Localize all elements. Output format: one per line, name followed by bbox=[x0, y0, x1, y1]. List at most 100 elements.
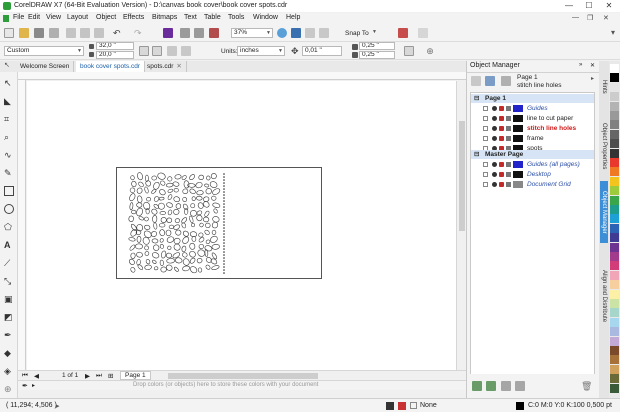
landscape-icon[interactable] bbox=[152, 46, 162, 56]
menu-window[interactable]: Window bbox=[253, 14, 278, 21]
spot-shape[interactable] bbox=[213, 208, 218, 214]
spot-shape[interactable] bbox=[131, 209, 137, 215]
spot-shape[interactable] bbox=[130, 252, 136, 259]
spot-shape[interactable] bbox=[209, 180, 218, 188]
pencil-icon[interactable] bbox=[506, 182, 511, 187]
stitch-hole[interactable] bbox=[223, 272, 225, 274]
master-page-group[interactable]: ⊟ Master Page bbox=[471, 150, 594, 159]
doc-close-icon[interactable]: ✕ bbox=[603, 14, 609, 22]
polygon-tool-icon[interactable]: ⬠ bbox=[4, 222, 14, 232]
expand-checkbox-icon[interactable] bbox=[483, 136, 488, 141]
stitch-hole[interactable] bbox=[223, 257, 225, 259]
spot-shape[interactable] bbox=[144, 224, 151, 231]
spot-shape[interactable] bbox=[160, 266, 167, 273]
spot-shape[interactable] bbox=[129, 202, 134, 211]
printer-icon[interactable] bbox=[499, 162, 504, 167]
spot-shape[interactable] bbox=[172, 181, 180, 187]
spot-shape[interactable] bbox=[204, 245, 213, 252]
menu-bitmaps[interactable]: Bitmaps bbox=[152, 14, 177, 21]
stitch-hole[interactable] bbox=[223, 260, 225, 262]
layer-color-swatch[interactable] bbox=[513, 135, 523, 142]
printer-icon[interactable] bbox=[499, 116, 504, 121]
spot-shape[interactable] bbox=[159, 244, 165, 249]
add-tool-icon[interactable]: ⊕ bbox=[4, 384, 14, 394]
palette-swatch[interactable] bbox=[610, 111, 619, 120]
spot-shape[interactable] bbox=[182, 252, 188, 258]
spot-shape[interactable] bbox=[187, 183, 196, 188]
spot-shape[interactable] bbox=[173, 224, 181, 231]
layer-color-swatch[interactable] bbox=[513, 181, 523, 188]
spot-shape[interactable] bbox=[173, 196, 180, 203]
spot-shape[interactable] bbox=[173, 243, 182, 252]
stitch-hole[interactable] bbox=[223, 251, 225, 253]
spot-shape[interactable] bbox=[175, 229, 182, 236]
prev-page-icon[interactable]: ◀ bbox=[34, 372, 39, 380]
spot-shape[interactable] bbox=[168, 224, 174, 230]
palette-swatch[interactable] bbox=[610, 64, 619, 73]
spot-shape[interactable] bbox=[144, 251, 150, 256]
spot-shape[interactable] bbox=[138, 181, 145, 188]
layer-color-swatch[interactable] bbox=[513, 161, 523, 168]
palette-swatch[interactable] bbox=[610, 205, 619, 214]
palette-swatch[interactable] bbox=[610, 270, 619, 280]
scrollbar-thumb[interactable] bbox=[459, 121, 465, 231]
spot-shape[interactable] bbox=[144, 245, 149, 251]
palette-swatch[interactable] bbox=[610, 233, 619, 243]
tab-book-cover-spots[interactable]: book cover spots.cdr bbox=[76, 61, 145, 72]
transparency-tool-icon[interactable]: ◩ bbox=[4, 312, 14, 322]
spot-shape[interactable] bbox=[128, 237, 136, 242]
doc-minimize-icon[interactable]: — bbox=[572, 14, 579, 21]
copy-icon[interactable] bbox=[80, 28, 90, 38]
docker-options-icon[interactable]: ▸ bbox=[591, 75, 594, 82]
application-launcher-icon[interactable] bbox=[398, 28, 408, 38]
spot-shape[interactable] bbox=[181, 245, 187, 253]
toolbar-options-icon[interactable]: ▾ bbox=[611, 28, 620, 38]
spot-shape[interactable] bbox=[205, 239, 211, 244]
publish-pdf-icon[interactable] bbox=[209, 28, 219, 38]
printer-icon[interactable] bbox=[499, 172, 504, 177]
stitch-hole[interactable] bbox=[223, 173, 225, 175]
palette-swatch[interactable] bbox=[610, 195, 619, 205]
page-height-field[interactable]: 20,0 " bbox=[96, 51, 134, 59]
palette-swatch[interactable] bbox=[610, 73, 619, 83]
spots-artwork[interactable] bbox=[117, 168, 321, 278]
spot-shape[interactable] bbox=[190, 222, 196, 228]
spot-shape[interactable] bbox=[204, 183, 210, 188]
palette-swatch[interactable] bbox=[610, 214, 619, 224]
palette-swatch[interactable] bbox=[610, 92, 619, 102]
spot-shape[interactable] bbox=[128, 258, 135, 266]
spot-shape[interactable] bbox=[205, 187, 213, 195]
spot-shape[interactable] bbox=[152, 181, 160, 190]
portrait-icon[interactable] bbox=[139, 46, 149, 56]
stitch-hole[interactable] bbox=[223, 182, 225, 184]
stitch-hole[interactable] bbox=[223, 197, 225, 199]
show-rulers-icon[interactable] bbox=[291, 28, 301, 38]
shape-tool-icon[interactable]: ◣ bbox=[4, 96, 14, 106]
menu-effects[interactable]: Effects bbox=[123, 14, 144, 21]
spot-shape[interactable] bbox=[175, 257, 183, 264]
spot-shape[interactable] bbox=[166, 252, 172, 259]
drop-shadow-tool-icon[interactable]: ▣ bbox=[4, 294, 14, 304]
save-icon[interactable] bbox=[34, 28, 44, 38]
zoom-tool-icon[interactable]: ⌕ bbox=[4, 132, 14, 142]
spot-shape[interactable] bbox=[142, 201, 151, 210]
spot-shape[interactable] bbox=[151, 208, 159, 215]
menu-edit[interactable]: Edit bbox=[28, 14, 40, 21]
spot-shape[interactable] bbox=[211, 265, 220, 271]
spot-shape[interactable] bbox=[206, 175, 211, 181]
new-master-layer-icon[interactable] bbox=[486, 381, 496, 391]
spot-shape[interactable] bbox=[136, 202, 143, 208]
status-play-icon[interactable]: ▸ bbox=[56, 402, 60, 410]
stitch-hole[interactable] bbox=[223, 245, 225, 247]
eyedropper-status-icon[interactable] bbox=[398, 402, 406, 410]
menu-view[interactable]: View bbox=[46, 14, 61, 21]
spot-shape[interactable] bbox=[182, 258, 190, 267]
spot-shape[interactable] bbox=[166, 217, 173, 224]
eye-icon[interactable] bbox=[492, 106, 497, 111]
spot-shape[interactable] bbox=[160, 217, 167, 223]
stitch-hole[interactable] bbox=[223, 212, 225, 214]
menu-table[interactable]: Table bbox=[204, 14, 221, 21]
spot-shape[interactable] bbox=[209, 235, 218, 244]
horizontal-scrollbar[interactable] bbox=[168, 373, 318, 379]
stitch-hole[interactable] bbox=[223, 227, 225, 229]
